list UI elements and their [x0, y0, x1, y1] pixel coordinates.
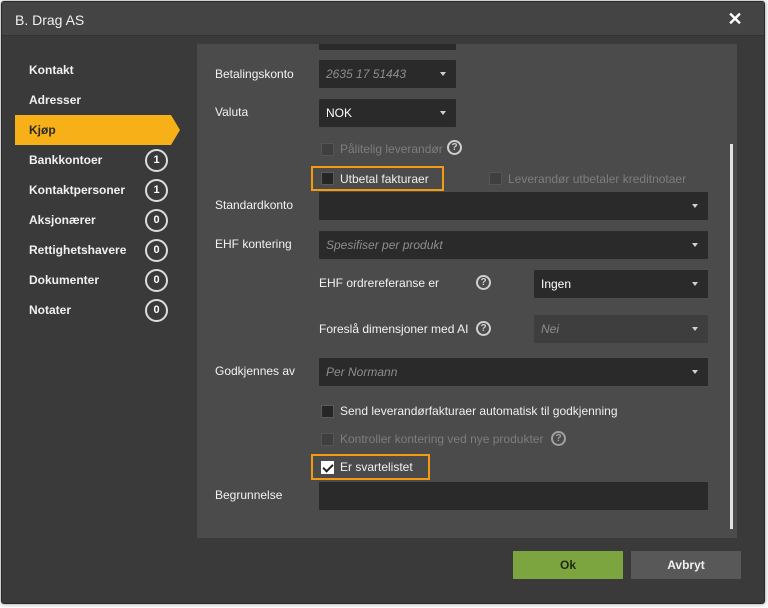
sidebar-item-label: Adresser: [29, 93, 82, 107]
title-bar: B. Drag AS ✕: [2, 2, 764, 36]
chevron-down-icon: [692, 327, 698, 331]
count-badge: 0: [145, 209, 168, 232]
customer-dialog: B. Drag AS ✕ Kontakt Adresser Kjøp Bankk…: [1, 1, 765, 604]
foresla-dimensjoner-label: Foreslå dimensjoner med AI: [319, 322, 469, 336]
valuta-label: Valuta: [215, 105, 249, 119]
ehf-kontering-value: Spesifiser per produkt: [326, 238, 443, 252]
sidebar-item-label: Aksjonærer: [29, 213, 96, 227]
foresla-dimensjoner-value: Nei: [541, 322, 560, 336]
cancel-button[interactable]: Avbryt: [631, 551, 741, 579]
godkjennes-av-label: Godkjennes av: [215, 364, 296, 378]
valuta-select[interactable]: NOK: [319, 99, 456, 127]
close-icon[interactable]: ✕: [726, 10, 744, 28]
chevron-down-icon: [692, 282, 698, 286]
sidebar-item-bankkontoer[interactable]: Bankkontoer 1: [15, 145, 180, 175]
godkjennes-av-value: Per Normann: [326, 365, 398, 379]
ok-button[interactable]: Ok: [513, 551, 623, 579]
begrunnelse-label: Begrunnelse: [215, 488, 283, 502]
help-icon[interactable]: ?: [447, 140, 462, 155]
sidebar-item-label: Kjøp: [29, 123, 56, 137]
ehf-kontering-label: EHF kontering: [215, 237, 292, 251]
standardkonto-label: Standardkonto: [215, 198, 294, 212]
count-badge: 0: [145, 299, 168, 322]
count-badge: 1: [145, 179, 168, 202]
sidebar-item-aksjonaerer[interactable]: Aksjonærer 0: [15, 205, 180, 235]
foresla-dimensjoner-select[interactable]: Nei: [534, 315, 708, 343]
kontroller-checkbox[interactable]: [321, 433, 334, 446]
utbetal-label: Utbetal fakturaer: [340, 172, 429, 186]
count-badge: 0: [145, 239, 168, 262]
sidebar-item-adresser[interactable]: Adresser: [15, 85, 180, 115]
purchase-form: Betalingskonto 2635 17 51443 Valuta NOK …: [197, 44, 737, 538]
betalingskonto-label: Betalingskonto: [215, 67, 294, 81]
send-godkjenning-label: Send leverandørfakturaer automatisk til …: [340, 404, 618, 418]
ehf-ordrereferanse-select[interactable]: Ingen: [534, 270, 708, 298]
send-godkjenning-checkbox[interactable]: [321, 405, 334, 418]
help-icon[interactable]: ?: [476, 321, 491, 336]
godkjennes-av-select[interactable]: Per Normann: [319, 358, 708, 386]
sidebar-item-dokumenter[interactable]: Dokumenter 0: [15, 265, 180, 295]
sidebar-item-label: Rettighetshavere: [29, 243, 127, 257]
sidebar-item-label: Kontaktpersoner: [29, 183, 126, 197]
chevron-down-icon: [692, 370, 698, 374]
scrollbar[interactable]: [730, 144, 733, 529]
svartelistet-checkbox[interactable]: [321, 461, 334, 474]
chevron-down-icon: [440, 72, 446, 76]
help-icon[interactable]: ?: [551, 431, 566, 446]
sidebar-item-label: Kontakt: [29, 63, 74, 77]
svartelistet-label: Er svartelistet: [340, 460, 413, 474]
count-badge: 1: [145, 149, 168, 172]
chevron-down-icon: [692, 204, 698, 208]
help-icon[interactable]: ?: [476, 275, 491, 290]
sidebar-item-kontakt[interactable]: Kontakt: [15, 55, 180, 85]
ehf-ordrereferanse-value: Ingen: [541, 277, 572, 291]
kontroller-label: Kontroller kontering ved nye produkter: [340, 432, 544, 446]
sidebar-item-label: Bankkontoer: [29, 153, 103, 167]
chevron-down-icon: [692, 243, 698, 247]
valuta-value: NOK: [326, 106, 353, 120]
betalingskonto-select[interactable]: 2635 17 51443: [319, 60, 456, 88]
sidebar-item-kontaktpersoner[interactable]: Kontaktpersoner 1: [15, 175, 180, 205]
truncated-select[interactable]: [319, 44, 456, 50]
chevron-down-icon: [440, 111, 446, 115]
sidebar-item-rettighetshavere[interactable]: Rettighetshavere 0: [15, 235, 180, 265]
ehf-kontering-select[interactable]: Spesifiser per produkt: [319, 231, 708, 259]
sidebar-item-notater[interactable]: Notater 0: [15, 295, 180, 325]
utbetal-checkbox[interactable]: [321, 172, 334, 185]
ehf-ordrereferanse-label: EHF ordrereferanse er: [319, 276, 440, 290]
count-badge: 0: [145, 269, 168, 292]
kreditnotaer-checkbox[interactable]: [489, 172, 502, 185]
sidebar-item-kjop[interactable]: Kjøp: [15, 115, 180, 145]
begrunnelse-input[interactable]: [319, 482, 708, 510]
kreditnotaer-label: Leverandør utbetaler kreditnotaer: [508, 172, 687, 186]
sidebar-item-label: Dokumenter: [29, 273, 100, 287]
sidebar-item-label: Notater: [29, 303, 72, 317]
palitelig-checkbox[interactable]: [321, 143, 334, 156]
standardkonto-select[interactable]: [319, 192, 708, 220]
betalingskonto-value: 2635 17 51443: [326, 67, 407, 81]
palitelig-label: Pålitelig leverandør: [340, 142, 443, 156]
dialog-title: B. Drag AS: [15, 12, 85, 28]
